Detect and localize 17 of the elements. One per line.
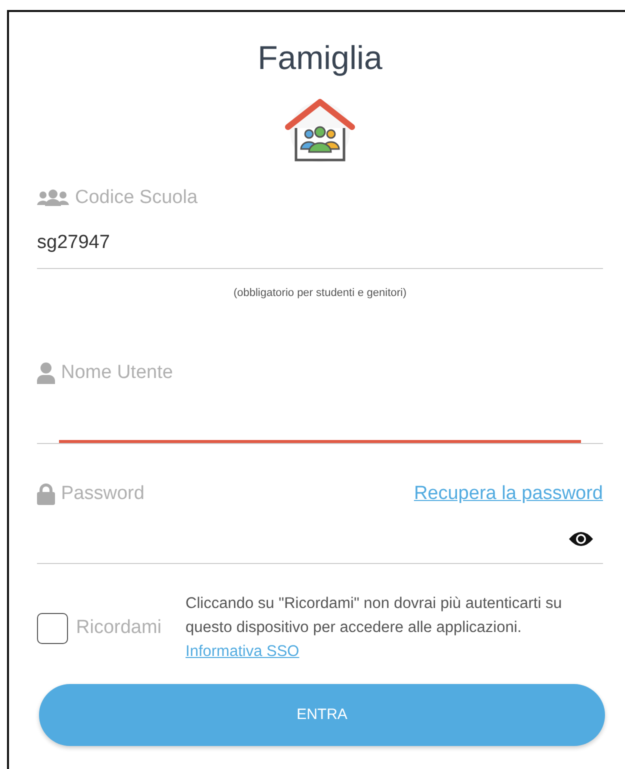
family-house-icon	[284, 96, 356, 162]
field-label: Nome Utente	[37, 359, 173, 388]
group-icon	[37, 189, 69, 208]
login-button[interactable]: ENTRA	[39, 684, 605, 746]
notice-text: Cliccando su "Ricordami" non dovrai più autenticarti su questo dispositivo per accedere alle applicazioni. Informativa SSO	[186, 594, 563, 662]
user-icon	[37, 362, 55, 384]
remember-checkbox[interactable]	[37, 612, 68, 644]
sso-info-link[interactable]: Informativa SSO	[186, 643, 300, 660]
checkbox-label: Ricordami	[76, 616, 162, 640]
hint-text: (obbligatorio per studenti e genitori)	[232, 286, 408, 300]
recover-password-link[interactable]: Recupera la password	[414, 480, 603, 508]
field-label: Password	[37, 480, 144, 508]
input-field[interactable]: sg27947	[37, 218, 603, 268]
lock-icon	[37, 482, 55, 505]
page-title: Famiglia	[256, 38, 384, 78]
field-label: Codice Scuola	[37, 184, 198, 212]
eye-icon[interactable]	[569, 530, 593, 547]
